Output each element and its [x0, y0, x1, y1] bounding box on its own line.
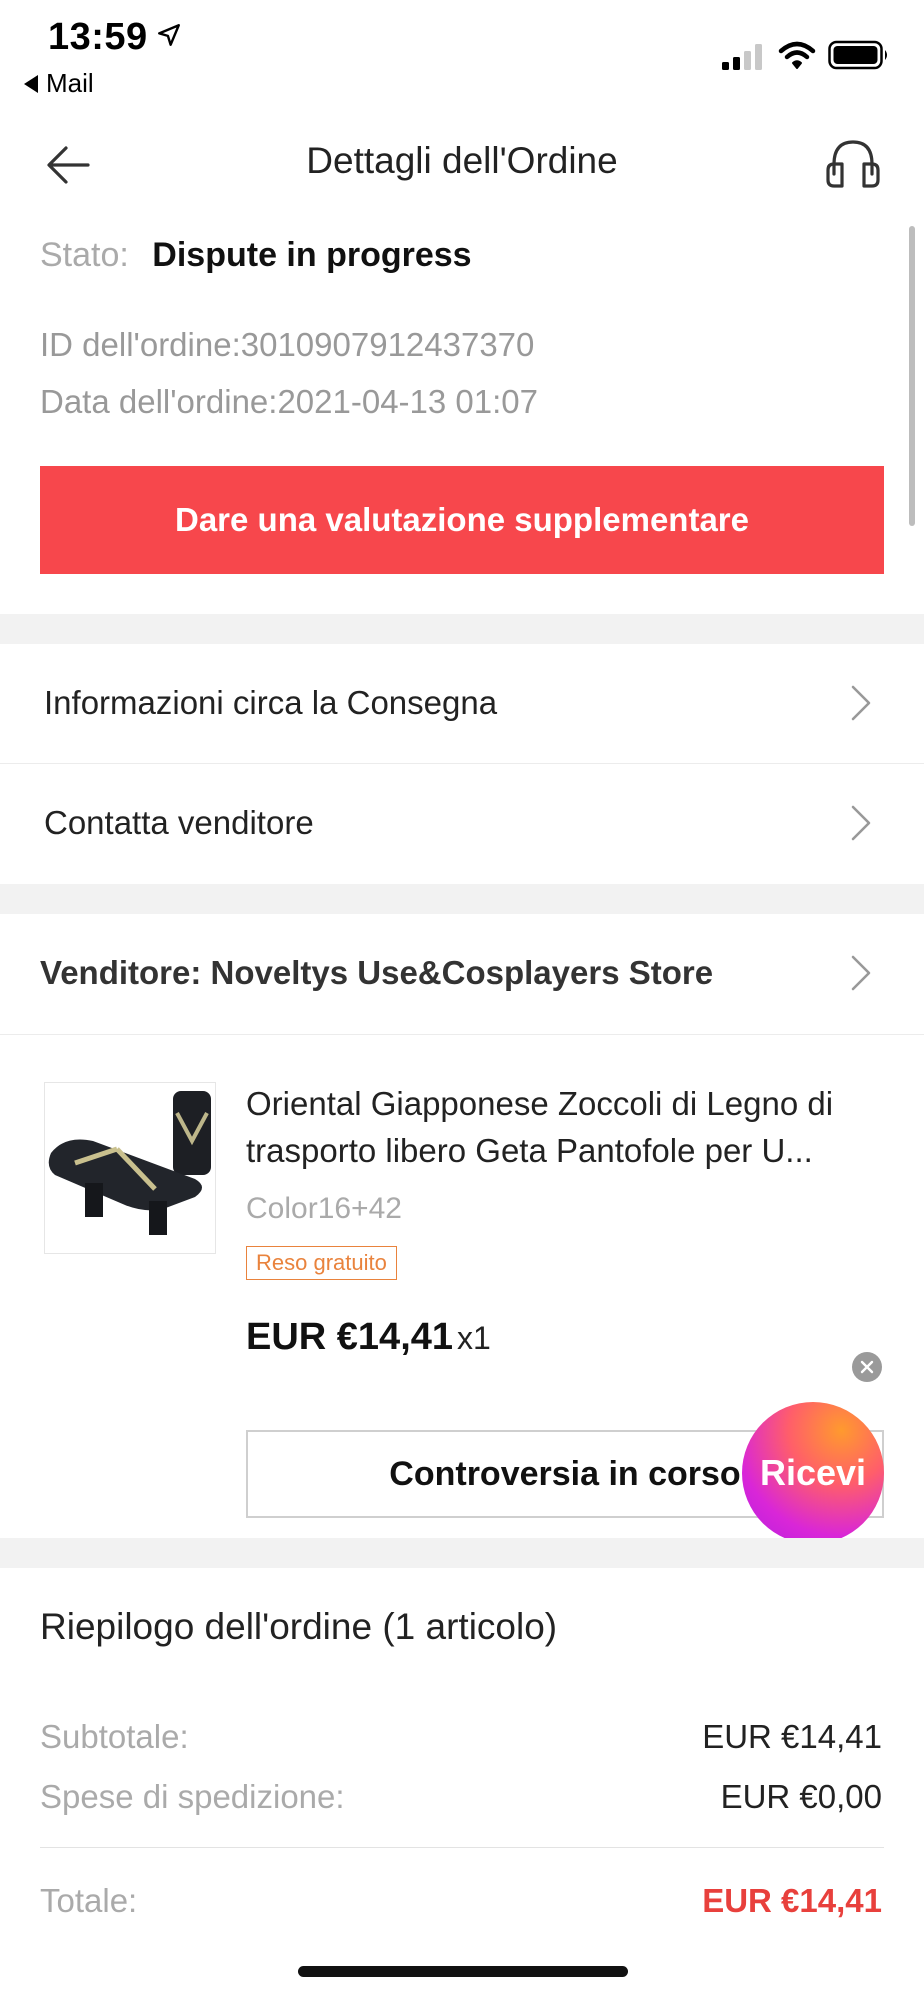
back-app-label: Mail: [46, 68, 94, 98]
close-promo-button[interactable]: [852, 1352, 882, 1382]
product-price: EUR €14,41: [246, 1316, 454, 1358]
section-divider: [0, 884, 924, 914]
signal-icon: [722, 44, 762, 70]
back-to-mail-link[interactable]: Mail: [24, 68, 94, 99]
chevron-right-icon: [851, 685, 871, 721]
product-quantity: x1: [457, 1320, 491, 1356]
scroll-indicator[interactable]: [909, 226, 915, 526]
subtotal-label: Subtotale:: [40, 1718, 189, 1755]
subtotal-value: EUR €14,41: [702, 1718, 882, 1755]
order-id: ID dell'ordine:3010907912437370: [40, 326, 535, 363]
order-status: Stato: Dispute in progress: [40, 236, 472, 275]
product-price-line: EUR €14,41 x1: [246, 1316, 491, 1359]
home-indicator[interactable]: [298, 1966, 628, 1977]
summary-separator: [40, 1847, 884, 1848]
seller-row[interactable]: Venditore: Noveltys Use&Cosplayers Store: [0, 914, 924, 1034]
free-return-badge: Reso gratuito: [246, 1246, 397, 1280]
order-date: Data dell'ordine:2021-04-13 01:07: [40, 383, 538, 420]
status-value: Dispute in progress: [152, 236, 472, 274]
status-label: Stato:: [40, 236, 129, 274]
delivery-info-label: Informazioni circa la Consegna: [44, 684, 498, 721]
page-title: Dettagli dell'Ordine: [306, 140, 618, 181]
location-arrow-icon: [158, 24, 180, 46]
chevron-right-icon: [851, 955, 871, 991]
order-summary-title: Riepilogo dell'ordine (1 articolo): [40, 1606, 558, 1647]
product-variant: Color16+42: [246, 1192, 402, 1225]
total-label: Totale:: [40, 1882, 138, 1919]
contact-seller-label: Contatta venditore: [44, 804, 314, 841]
shipping-value: EUR €0,00: [720, 1778, 882, 1815]
product-image[interactable]: [44, 1082, 216, 1254]
contact-seller-row[interactable]: Contatta venditore: [0, 764, 924, 882]
row-separator: [0, 1034, 924, 1035]
headset-icon[interactable]: [820, 134, 886, 200]
delivery-info-row[interactable]: Informazioni circa la Consegna: [0, 644, 924, 762]
chevron-right-icon: [851, 805, 871, 841]
geta-sandal-image: [45, 1083, 215, 1253]
additional-review-button[interactable]: Dare una valutazione supplementare: [40, 466, 884, 574]
seller-name: Venditore: Noveltys Use&Cosplayers Store: [40, 954, 714, 991]
total-value: EUR €14,41: [702, 1882, 882, 1919]
wifi-icon: [778, 41, 816, 69]
product-title[interactable]: Oriental Giapponese Zoccoli di Legno di …: [246, 1080, 886, 1174]
section-divider: [0, 1538, 924, 1568]
section-divider: [0, 614, 924, 644]
shipping-label: Spese di spedizione:: [40, 1778, 345, 1815]
battery-icon: [828, 40, 887, 70]
back-triangle-icon: [24, 74, 38, 93]
ricevi-promo-bubble[interactable]: Ricevi: [742, 1402, 884, 1544]
status-bar: 13:59 Mail: [0, 0, 924, 100]
close-icon: [860, 1360, 874, 1374]
status-time: 13:59: [48, 16, 148, 58]
nav-header: Dettagli dell'Ordine: [0, 120, 924, 210]
